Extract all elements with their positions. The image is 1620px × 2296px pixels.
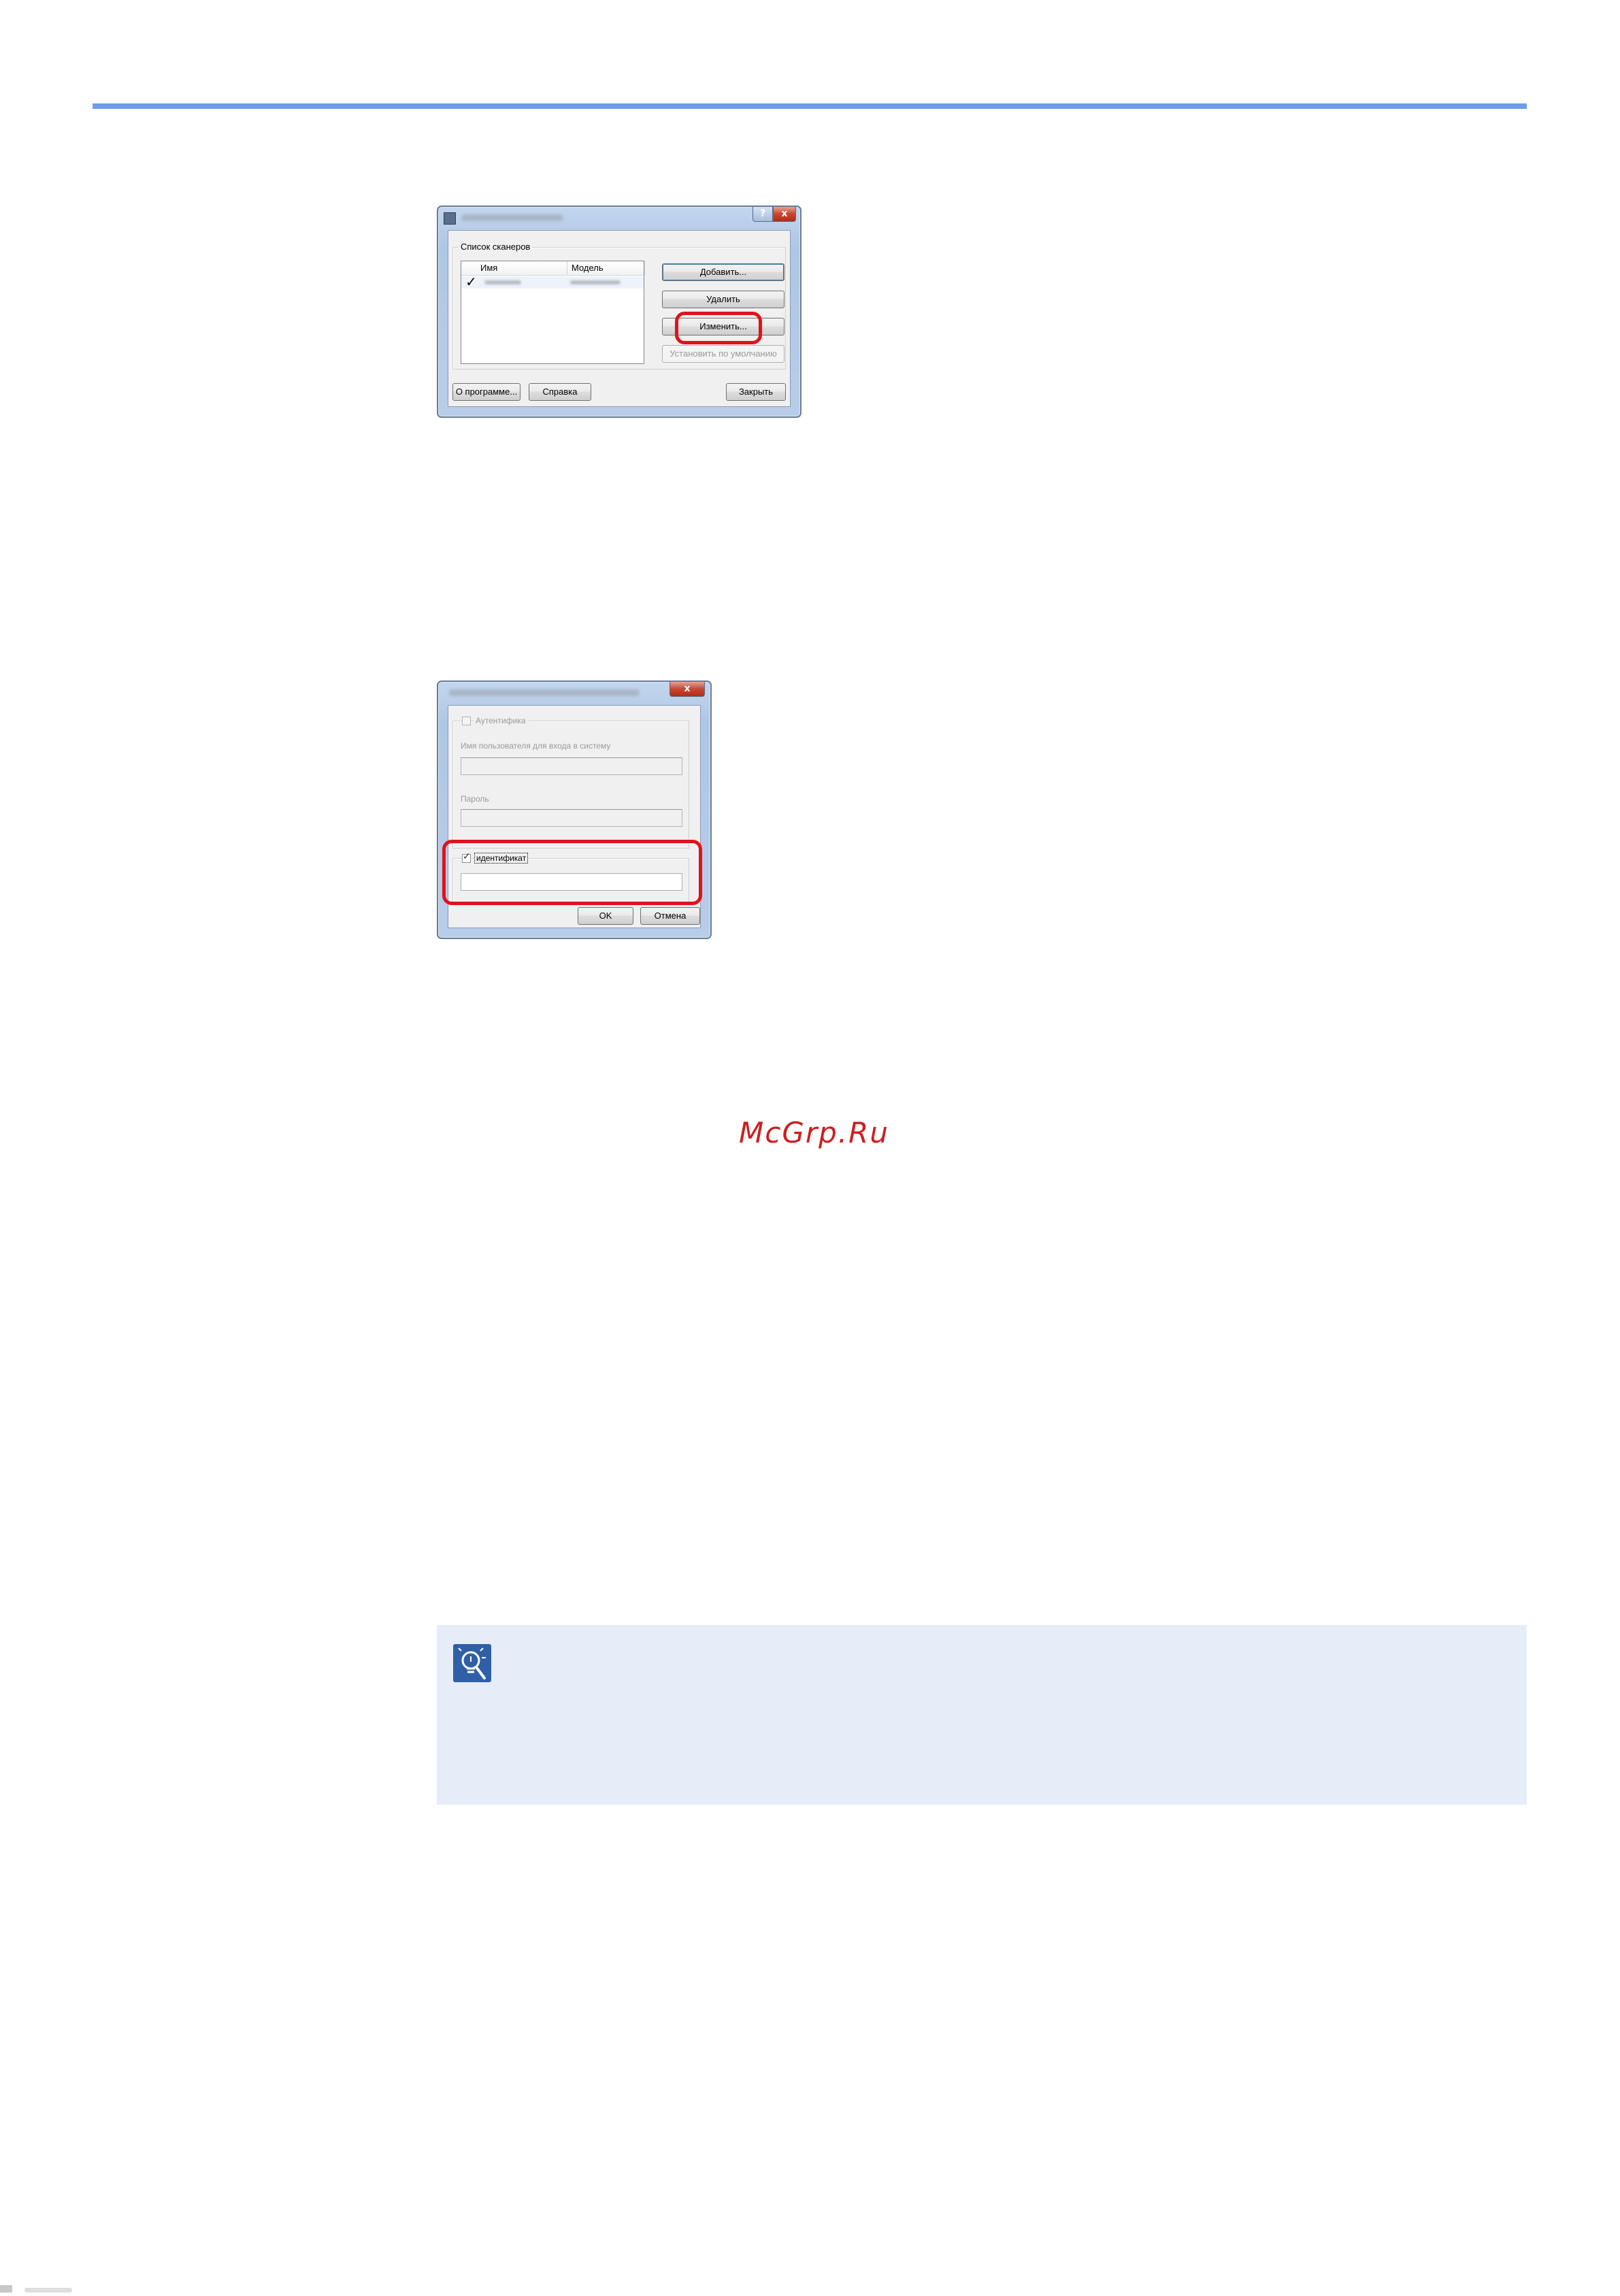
edit-button-highlight [675, 312, 762, 344]
password-label: Пароль [461, 794, 489, 804]
help-button[interactable]: Справка [529, 383, 591, 401]
help-title-button[interactable]: ? [753, 207, 773, 222]
delete-button[interactable]: Удалить [662, 291, 784, 308]
close-title-button[interactable]: x [773, 207, 796, 222]
close-title-button[interactable]: x [670, 682, 705, 697]
authentication-checkbox[interactable] [462, 717, 471, 725]
dialog-title [449, 689, 640, 696]
username-field[interactable] [461, 757, 682, 775]
app-icon [444, 212, 456, 225]
identifier-highlight [442, 840, 702, 905]
scanner-listview[interactable]: Имя Модель ✓ [461, 261, 645, 364]
authentication-group [452, 721, 689, 849]
note-box [437, 1625, 1527, 1805]
page-top-rule [93, 103, 1527, 109]
about-button[interactable]: О программе... [452, 383, 520, 401]
default-check-icon: ✓ [465, 274, 477, 290]
password-field[interactable] [461, 809, 682, 827]
ok-button[interactable]: OK [578, 907, 633, 925]
close-button[interactable]: Закрыть [726, 383, 786, 401]
add-button[interactable]: Добавить... [662, 263, 784, 281]
listview-header: Имя Модель [461, 261, 645, 276]
cancel-button[interactable]: Отмена [640, 907, 700, 925]
scanner-list-group-label: Список сканеров [459, 242, 533, 252]
set-default-button[interactable]: Установить по умолчанию [662, 345, 784, 363]
username-label: Имя пользователя для входа в систему [461, 741, 611, 751]
column-model[interactable]: Модель [567, 261, 645, 275]
watermark: McGrp.Ru [739, 1116, 889, 1149]
scanner-name [484, 280, 521, 284]
dialog-titlebar: x [438, 682, 710, 705]
scanner-model [570, 280, 621, 284]
column-name[interactable]: Имя [476, 261, 567, 275]
dialog-title [461, 214, 563, 221]
scanner-row[interactable]: ✓ [461, 274, 644, 290]
authentication-label: Аутентифика [474, 716, 527, 725]
dialog-titlebar: ? x [438, 207, 800, 230]
tip-lightbulb-icon [453, 1644, 491, 1682]
page-footer-mark [0, 2280, 95, 2293]
